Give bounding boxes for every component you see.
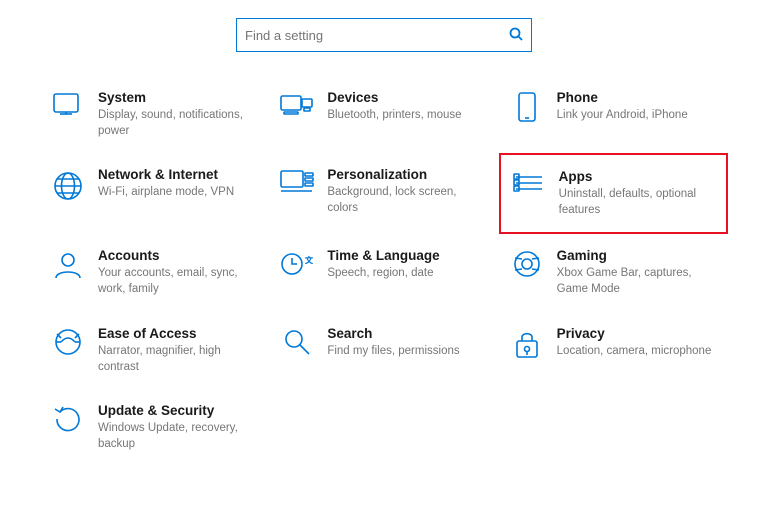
- ease-icon: [48, 328, 88, 356]
- tile-title-search: Search: [327, 326, 459, 341]
- time-icon: 文: [277, 250, 317, 278]
- tile-desc-ease: Narrator, magnifier, high contrast: [98, 343, 257, 375]
- tile-desc-accounts: Your accounts, email, sync, work, family: [98, 265, 257, 297]
- tile-desc-gaming: Xbox Game Bar, captures, Game Mode: [557, 265, 716, 297]
- tile-personalization[interactable]: Personalization Background, lock screen,…: [269, 153, 498, 234]
- tile-title-network: Network & Internet: [98, 167, 234, 182]
- tile-desc-personalization: Background, lock screen, colors: [327, 184, 486, 216]
- system-icon: [48, 92, 88, 120]
- tile-desc-apps: Uninstall, defaults, optional features: [559, 186, 714, 218]
- phone-icon: [507, 92, 547, 124]
- tile-title-personalization: Personalization: [327, 167, 486, 182]
- tile-desc-time: Speech, region, date: [327, 265, 439, 281]
- tile-network[interactable]: Network & Internet Wi-Fi, airplane mode,…: [40, 153, 269, 234]
- tile-desc-system: Display, sound, notifications, power: [98, 107, 257, 139]
- tile-desc-network: Wi-Fi, airplane mode, VPN: [98, 184, 234, 200]
- tile-desc-search: Find my files, permissions: [327, 343, 459, 359]
- tile-desc-update: Windows Update, recovery, backup: [98, 420, 257, 452]
- tile-time[interactable]: 文 Time & Language Speech, region, date: [269, 234, 498, 311]
- network-icon: [48, 169, 88, 203]
- tile-title-ease: Ease of Access: [98, 326, 257, 341]
- privacy-icon: [507, 328, 547, 362]
- tile-title-system: System: [98, 90, 257, 105]
- tile-ease[interactable]: Ease of Access Narrator, magnifier, high…: [40, 312, 269, 389]
- search-icon: [277, 328, 317, 360]
- tile-search[interactable]: Search Find my files, permissions: [269, 312, 498, 389]
- tile-phone[interactable]: Phone Link your Android, iPhone: [499, 76, 728, 153]
- search-bar-container: [0, 0, 768, 76]
- tile-title-time: Time & Language: [327, 248, 439, 263]
- tile-title-accounts: Accounts: [98, 248, 257, 263]
- tile-desc-devices: Bluetooth, printers, mouse: [327, 107, 461, 123]
- svg-text:文: 文: [305, 255, 313, 265]
- gaming-icon: [507, 250, 547, 278]
- apps-icon: [509, 171, 549, 199]
- devices-icon: [277, 92, 317, 120]
- tile-update[interactable]: Update & Security Windows Update, recove…: [40, 389, 269, 466]
- tile-desc-phone: Link your Android, iPhone: [557, 107, 688, 123]
- tile-accounts[interactable]: Accounts Your accounts, email, sync, wor…: [40, 234, 269, 311]
- search-icon: [509, 27, 523, 44]
- accounts-icon: [48, 250, 88, 282]
- tile-title-privacy: Privacy: [557, 326, 712, 341]
- tile-title-phone: Phone: [557, 90, 688, 105]
- tile-title-gaming: Gaming: [557, 248, 716, 263]
- tile-title-update: Update & Security: [98, 403, 257, 418]
- search-bar: [236, 18, 532, 52]
- tile-devices[interactable]: Devices Bluetooth, printers, mouse: [269, 76, 498, 153]
- settings-grid: System Display, sound, notifications, po…: [0, 76, 768, 466]
- personalization-icon: [277, 169, 317, 197]
- tile-privacy[interactable]: Privacy Location, camera, microphone: [499, 312, 728, 389]
- tile-apps[interactable]: Apps Uninstall, defaults, optional featu…: [499, 153, 728, 234]
- tile-gaming[interactable]: Gaming Xbox Game Bar, captures, Game Mod…: [499, 234, 728, 311]
- tile-system[interactable]: System Display, sound, notifications, po…: [40, 76, 269, 153]
- tile-desc-privacy: Location, camera, microphone: [557, 343, 712, 359]
- update-icon: [48, 405, 88, 433]
- search-input[interactable]: [245, 28, 509, 43]
- tile-title-apps: Apps: [559, 169, 714, 184]
- tile-title-devices: Devices: [327, 90, 461, 105]
